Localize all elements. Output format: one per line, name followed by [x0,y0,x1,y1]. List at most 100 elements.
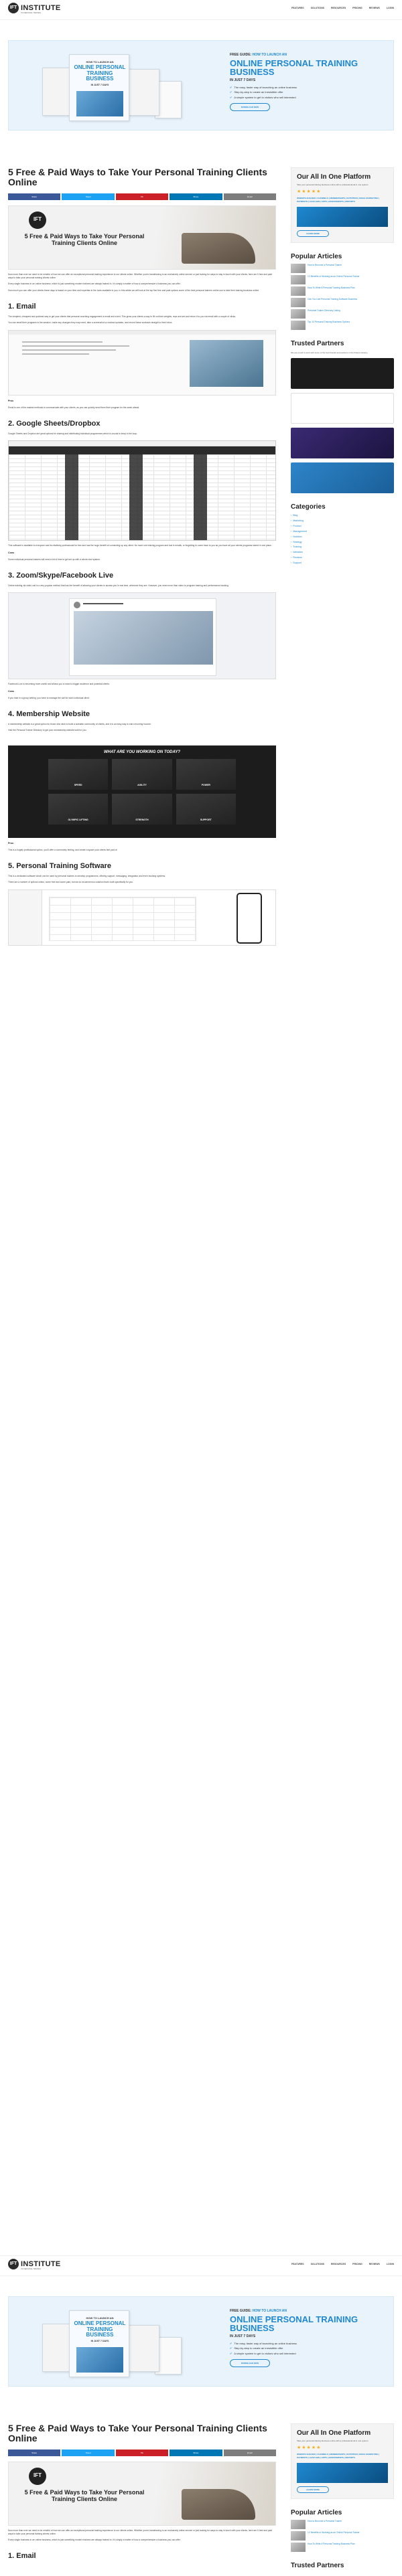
share-twitter-button[interactable]: Tweet [62,2449,115,2456]
category-link[interactable]: › Websites [291,551,394,554]
book-days: IN JUST 7 DAYS [90,83,109,86]
share-email-button[interactable]: Email [223,193,277,200]
popular-article-link[interactable]: Personal Trainer Directory Listing [291,309,394,319]
section-paragraph: This software is available to everyone a… [8,544,272,547]
category-link[interactable]: › Management [291,530,394,533]
popular-article-link[interactable]: How to Become a Personal Trainer [291,264,394,274]
tile-agility[interactable]: AGILITY [112,759,172,790]
tile-speed[interactable]: SPEED [48,759,109,790]
section-heading-email: 1. Email [8,2552,36,2561]
article: 5 Free & Paid Ways to Take Your Personal… [8,167,277,946]
download-button[interactable]: DOWNLOAD NOW [230,102,270,111]
rating-stars: ★★★★★ [297,189,322,195]
share-linkedin-button[interactable]: Share [170,2449,222,2456]
rating-stars: ★★★★★ [297,2445,322,2451]
section-paragraph: You can email their programs in the sess… [8,321,173,325]
pros-label: Pros [8,400,13,403]
nav-item-features[interactable]: FEATURES [291,7,304,10]
tile-strength[interactable]: STRENGTH [112,794,172,825]
popular-article-link[interactable]: 12 Benefits of Working as an Online Pers… [291,2531,394,2541]
category-link[interactable]: › Blog [291,514,394,517]
partner-banner-wethrive[interactable] [291,462,394,493]
category-link[interactable]: › Support [291,562,394,565]
learn-more-button[interactable]: LEARN MORE [297,230,329,237]
nav-item-solutions[interactable]: SOLUTIONS [311,7,324,10]
tile-support[interactable]: SUPPORT [176,794,236,825]
share-email-button[interactable]: Email [223,2449,277,2456]
cons-label: Cons [8,551,14,555]
category-link[interactable]: › Reviews [291,556,394,560]
ipt-seal-logo: IFT [29,211,46,229]
banner-list: ✔ The easy, faster way of launching an on… [230,2342,384,2355]
nav-item-resources[interactable]: RESOURCES [331,7,346,10]
download-button[interactable]: DOWNLOAD NOW [230,2358,270,2367]
nav-item-pricing[interactable]: PRICING [352,2263,362,2266]
book-cover-image [76,91,123,116]
popular-article-link[interactable]: Top 10 Personal Training Business Option… [291,321,394,331]
share-facebook-button[interactable]: Share [8,193,61,200]
nav-item-reviews[interactable]: REVIEWS [369,2263,380,2266]
popular-article-link[interactable]: How To Write A Personal Training Busines… [291,286,394,296]
banner-tag-text: HOW TO LAUNCH AN [252,53,287,57]
popular-article-link[interactable]: How to Become a Personal Trainer [291,2520,394,2530]
popular-article-link[interactable]: 12 Benefits of Working as an Online Pers… [291,275,394,285]
share-twitter-button[interactable]: Tweet [62,193,115,200]
tile-olympic-lifting[interactable]: OLYMPIC LIFTING [48,794,109,825]
category-link[interactable]: › Training [291,545,394,549]
partner-banner-marketing[interactable] [291,427,394,458]
platform-features: WEBSITE BUILDER | CHANNELS | MEMBERSHIPS… [297,197,380,203]
sheet-dark-column [65,454,78,541]
popular-article-link[interactable]: How To Write A Personal Training Busines… [291,2543,394,2553]
popular-articles-title: Popular Articles [291,2508,342,2516]
hero-image: IFT 5 Free & Paid Ways to Take Your Pers… [8,205,276,270]
partner-banner-distinction[interactable] [291,357,394,389]
sheet-dark-column [194,454,207,541]
nav-item-reviews[interactable]: REVIEWS [369,7,380,10]
article-thumbnail [291,2543,306,2553]
share-pinterest-button[interactable]: Pin [115,2449,169,2456]
banner-tag: FREE GUIDE: HOW TO LAUNCH AN [230,53,384,58]
partner-banner-feedfiller[interactable] [291,392,394,424]
banner-list-item: ✔ Step-by-step to create an irresistible … [230,90,283,94]
share-facebook-button[interactable]: Share [8,2449,61,2456]
site-logo[interactable]: IFT INSTITUTE OF PERSONAL TRAINING [8,3,61,14]
nav-item-features[interactable]: FEATURES [291,2263,304,2266]
intro-paragraph: How much you can offer your clients thes… [8,289,260,292]
facebook-post [69,598,216,677]
nav-item-solutions[interactable]: SOLUTIONS [311,2263,324,2266]
banner-list: ✔ The easy, faster way of launching an on… [230,86,384,99]
spreadsheet-screenshot [8,440,276,541]
tile-power[interactable]: POWER [176,759,236,790]
ipt-seal-logo: IFT [29,2467,46,2485]
nav-item-login[interactable]: LOGIN [387,2263,394,2266]
check-icon: ✔ [230,2351,232,2355]
category-link[interactable]: › Strategy [291,541,394,544]
category-link[interactable]: › Marketing [291,519,394,523]
membership-site-screenshot: WHAT ARE YOU WORKING ON TODAY? SPEED AGI… [8,738,276,839]
banner-list-item: ✔ A simple system to get to visitors who … [230,2351,296,2355]
article-thumbnail [291,2520,306,2530]
post-author-line [83,603,123,605]
site-logo[interactable]: IFT INSTITUTE OF PERSONAL TRAINING [8,2259,61,2270]
share-linkedin-button[interactable]: Share [170,193,222,200]
main-nav: FEATURES SOLUTIONS RESOURCES PRICING REV… [291,7,394,10]
article-thumbnail [291,264,306,274]
nav-item-login[interactable]: LOGIN [387,7,394,10]
article-thumbnail [291,286,306,296]
check-icon: ✔ [230,2346,232,2350]
nav-item-resources[interactable]: RESOURCES [331,2263,346,2266]
nav-item-pricing[interactable]: PRICING [352,7,362,10]
intro-paragraph: Now more than ever we need to be mindful… [8,272,273,279]
share-pinterest-button[interactable]: Pin [115,193,169,200]
learn-more-button[interactable]: LEARN MORE [297,2486,329,2493]
category-link[interactable]: › Product [291,525,394,528]
intro-paragraph: Now more than ever we need to be mindful… [8,2528,273,2535]
book-cover: HOW TO LAUNCH AN ONLINE PERSONAL TRAININ… [69,54,129,121]
category-link[interactable]: › Nutrition [291,535,394,539]
article-title: 5 Free & Paid Ways to Take Your Personal… [8,2423,267,2444]
article: 5 Free & Paid Ways to Take Your Personal… [8,2423,277,2561]
section-paragraph: This is a dedicated software which can b… [8,874,166,877]
popular-article-link[interactable]: Can You Use Personal Training Software B… [291,298,394,308]
article-thumbnail [291,2531,306,2541]
platform-features: WEBSITE BUILDER | CHANNELS | MEMBERSHIPS… [297,2453,380,2459]
